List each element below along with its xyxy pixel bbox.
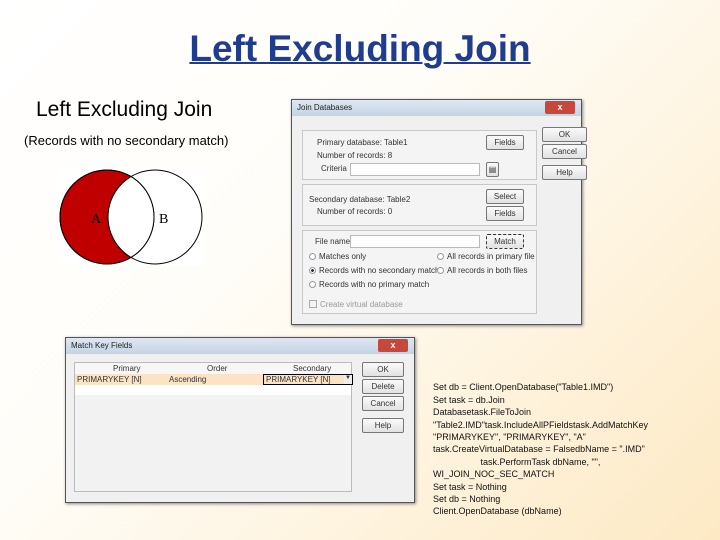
code-line: Databasetask.FileToJoin bbox=[433, 407, 532, 418]
help-button[interactable]: Help bbox=[542, 165, 587, 180]
criteria-input[interactable] bbox=[350, 163, 480, 176]
title-bar: Join Databases x bbox=[292, 100, 581, 116]
secondary-records-label: Number of records: 0 bbox=[317, 207, 393, 216]
code-line: Set task = db.Join bbox=[433, 394, 505, 405]
ok-button[interactable]: OK bbox=[362, 362, 404, 377]
output-group: File name Match Matches only Records wit… bbox=[302, 230, 537, 314]
code-line: "Table2.IMD"task.IncludeAllPFieldstask.A… bbox=[433, 419, 648, 430]
match-keys-grid: Primary Order Secondary PRIMARYKEY [N] A… bbox=[74, 362, 353, 492]
criteria-label: Criteria bbox=[321, 164, 347, 173]
code-line: "PRIMARYKEY", "PRIMARYKEY", "A" bbox=[433, 432, 586, 443]
option-no-secondary-match[interactable]: Records with no secondary match bbox=[309, 266, 440, 275]
venn-diagram: A B bbox=[58, 168, 204, 266]
code-line: WI_JOIN_NOC_SEC_MATCH bbox=[433, 469, 555, 480]
row-order[interactable]: Ascending bbox=[169, 375, 206, 384]
ok-button[interactable]: OK bbox=[542, 127, 587, 142]
delete-button[interactable]: Delete bbox=[362, 379, 404, 394]
header-order: Order bbox=[207, 364, 228, 373]
option-all-primary[interactable]: All records in primary file bbox=[437, 252, 535, 261]
option-matches-only[interactable]: Matches only bbox=[309, 252, 366, 261]
dialog-title: Join Databases bbox=[297, 103, 353, 112]
venn-label-b: B bbox=[159, 212, 168, 227]
venn-label-a: A bbox=[91, 212, 102, 227]
join-databases-dialog: Join Databases x Primary database: Table1… bbox=[291, 99, 587, 325]
match-key-fields-dialog: Match Key Fields x Primary Order Secondar… bbox=[65, 337, 415, 503]
code-line: Set task = Nothing bbox=[433, 481, 507, 492]
code-line: Client.OpenDatabase (dbName) bbox=[433, 506, 562, 517]
match-button[interactable]: Match bbox=[486, 234, 524, 249]
close-button[interactable]: x bbox=[545, 101, 575, 114]
secondary-db-label: Secondary database: Table2 bbox=[309, 195, 411, 204]
header-secondary: Secondary bbox=[293, 364, 332, 373]
header-primary: Primary bbox=[113, 364, 141, 373]
equation-editor-icon[interactable]: ▤ bbox=[486, 162, 499, 177]
file-name-label: File name bbox=[315, 237, 351, 246]
cancel-button[interactable]: Cancel bbox=[362, 396, 404, 411]
title-bar: Match Key Fields x bbox=[66, 338, 414, 354]
code-snippet: Set db = Client.OpenDatabase("Table1.IMD… bbox=[433, 369, 648, 530]
select-button[interactable]: Select bbox=[486, 189, 524, 204]
secondary-fields-button[interactable]: Fields bbox=[486, 206, 524, 221]
code-line: task.PerformTask dbName, "", bbox=[433, 456, 601, 467]
code-line: Set db = Client.OpenDatabase("Table1.IMD… bbox=[433, 382, 614, 393]
help-button[interactable]: Help bbox=[362, 418, 404, 433]
option-no-primary-match[interactable]: Records with no primary match bbox=[309, 280, 429, 289]
close-button[interactable]: x bbox=[378, 339, 408, 352]
code-line: Set db = Nothing bbox=[433, 494, 501, 505]
slide-subtitle: Left Excluding Join bbox=[36, 98, 213, 121]
dialog-title: Match Key Fields bbox=[71, 341, 133, 350]
slide-note: (Records with no secondary match) bbox=[24, 133, 229, 148]
row-primary: PRIMARYKEY [N] bbox=[77, 375, 142, 384]
cancel-button[interactable]: Cancel bbox=[542, 144, 587, 159]
secondary-select[interactable]: PRIMARYKEY [N] ▼ bbox=[263, 374, 353, 385]
grid-header: Primary Order Secondary bbox=[75, 363, 351, 374]
primary-records-label: Number of records: 8 bbox=[317, 151, 393, 160]
file-name-input[interactable] bbox=[350, 235, 480, 248]
code-line: task.CreateVirtualDatabase = FalsedbName… bbox=[433, 444, 645, 455]
secondary-group: Secondary database: Table2 Number of rec… bbox=[302, 184, 537, 226]
table-row[interactable]: PRIMARYKEY [N] Ascending PRIMARYKEY [N] ▼ bbox=[75, 374, 353, 385]
virtual-db-checkbox[interactable]: Create virtual database bbox=[309, 300, 403, 309]
primary-db-label: Primary database: Table1 bbox=[317, 138, 408, 147]
primary-group: Primary database: Table1 Number of recor… bbox=[302, 130, 537, 180]
option-all-both[interactable]: All records in both files bbox=[437, 266, 527, 275]
slide-title: Left Excluding Join bbox=[189, 28, 531, 69]
primary-fields-button[interactable]: Fields bbox=[486, 135, 524, 150]
chevron-down-icon[interactable]: ▼ bbox=[344, 375, 352, 384]
